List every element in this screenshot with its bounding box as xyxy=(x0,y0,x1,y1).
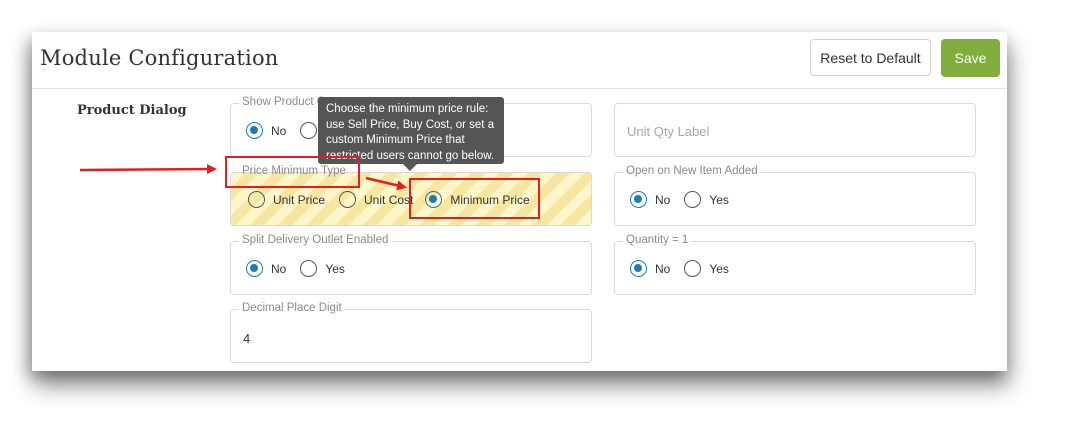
annotation-arrow-to-minimum-price xyxy=(365,176,407,191)
annotation-arrows xyxy=(79,164,407,191)
annotation-arrow-left xyxy=(79,164,217,175)
